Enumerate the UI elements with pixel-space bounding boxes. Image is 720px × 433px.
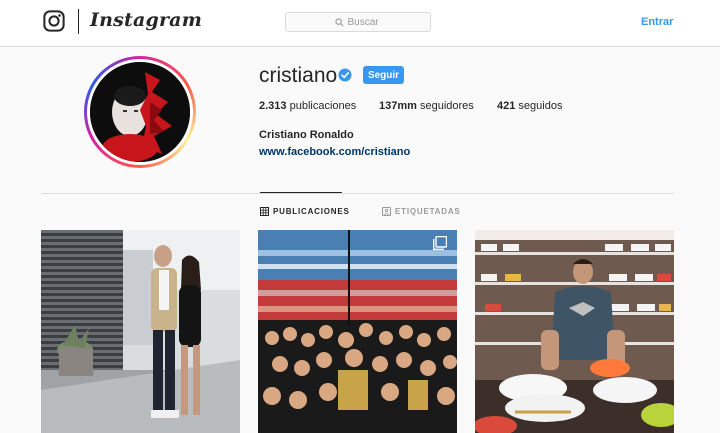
stat-following[interactable]: 421 seguidos xyxy=(497,100,562,112)
search-icon xyxy=(334,17,343,26)
verified-badge-icon xyxy=(338,68,352,82)
instagram-wordmark[interactable]: Instagram xyxy=(90,9,202,31)
post-image xyxy=(475,230,674,433)
top-navigation-bar: Instagram Entrar xyxy=(0,0,720,47)
profile-full-name: Cristiano Ronaldo xyxy=(259,129,354,141)
tab-tagged[interactable]: ETIQUETADAS xyxy=(382,207,461,216)
stat-followers-value: 137mm xyxy=(379,100,417,112)
header-divider xyxy=(78,9,79,34)
stat-posts: 2.313 publicaciones xyxy=(259,100,356,112)
tabs-divider xyxy=(41,193,674,194)
profile-username: cristiano xyxy=(259,64,338,87)
post-thumbnail[interactable] xyxy=(258,230,457,433)
search-input[interactable] xyxy=(347,16,382,28)
post-thumbnail[interactable] xyxy=(475,230,674,433)
tab-posts-label: PUBLICACIONES xyxy=(273,207,350,216)
tag-icon xyxy=(382,207,391,216)
instagram-camera-icon[interactable] xyxy=(43,10,65,32)
stat-posts-label: publicaciones xyxy=(289,100,357,112)
grid-icon xyxy=(260,207,269,216)
tab-tagged-label: ETIQUETADAS xyxy=(395,207,461,216)
stat-following-label: seguidos xyxy=(518,100,563,112)
login-link[interactable]: Entrar xyxy=(641,16,673,28)
post-thumbnail[interactable] xyxy=(41,230,240,433)
post-image xyxy=(258,230,457,433)
tab-posts[interactable]: PUBLICACIONES xyxy=(260,207,350,216)
profile-avatar-ring[interactable] xyxy=(84,56,196,168)
carousel-icon xyxy=(433,236,447,250)
avatar xyxy=(90,62,190,162)
post-image xyxy=(41,230,240,433)
profile-website-link[interactable]: www.facebook.com/cristiano xyxy=(259,146,410,158)
avatar-image xyxy=(90,62,190,162)
active-tab-indicator xyxy=(260,192,342,193)
follow-button[interactable]: Seguir xyxy=(363,66,404,84)
search-box[interactable] xyxy=(285,12,431,32)
stat-followers-label: seguidores xyxy=(419,100,474,112)
stat-following-value: 421 xyxy=(497,100,516,112)
stat-posts-value: 2.313 xyxy=(259,100,287,112)
stat-followers[interactable]: 137mm seguidores xyxy=(379,100,474,112)
